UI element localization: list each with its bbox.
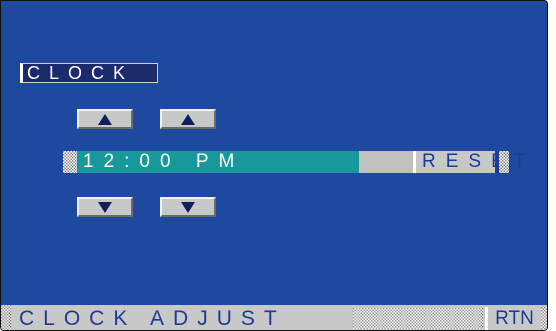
clock-panel: CLOCK 12:00 PM RESET CLOCK ADJUST RTN xyxy=(0,0,548,331)
triangle-down-icon xyxy=(98,201,112,213)
screen: CLOCK 12:00 PM RESET CLOCK ADJUST RTN xyxy=(0,0,556,331)
time-right-marker xyxy=(499,151,509,173)
minute-down-button[interactable] xyxy=(160,197,216,217)
time-row: 12:00 PM RESET xyxy=(63,151,525,173)
triangle-down-icon xyxy=(181,201,195,213)
triangle-up-icon xyxy=(98,113,112,125)
bottom-bar-left-marker xyxy=(1,305,11,330)
hour-down-button[interactable] xyxy=(77,197,133,217)
bottom-bar-filler xyxy=(353,308,483,329)
hour-up-button[interactable] xyxy=(77,109,133,129)
time-display: 12:00 PM xyxy=(77,151,359,173)
bottom-bar: CLOCK ADJUST RTN xyxy=(1,305,547,330)
time-left-marker xyxy=(63,151,77,173)
triangle-up-icon xyxy=(181,113,195,125)
minute-up-button[interactable] xyxy=(160,109,216,129)
rtn-button-edge xyxy=(541,307,547,330)
reset-button[interactable]: RESET xyxy=(413,151,525,173)
page-title: CLOCK xyxy=(20,63,158,83)
time-spacer xyxy=(359,151,413,173)
bottom-bar-label: CLOCK ADJUST xyxy=(19,307,286,330)
rtn-button[interactable]: RTN xyxy=(485,307,541,330)
